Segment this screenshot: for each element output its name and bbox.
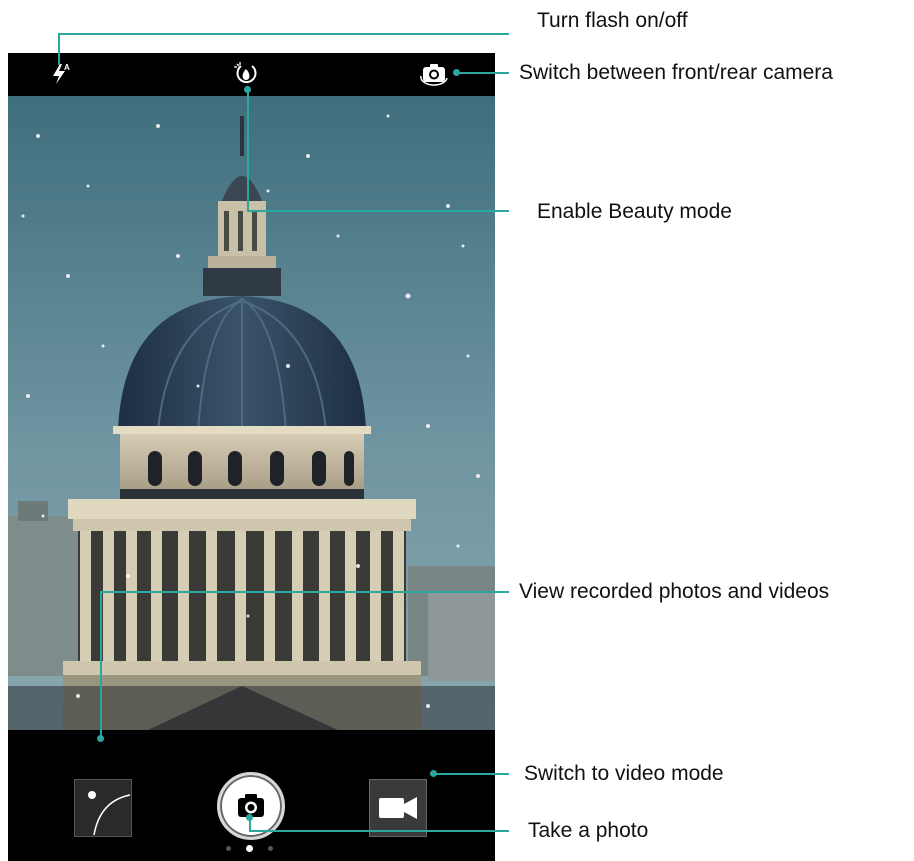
camera-top-bar: A	[8, 53, 495, 96]
gallery-thumbnail-icon[interactable]	[74, 779, 132, 837]
photo-callout-label: Take a photo	[528, 819, 649, 842]
beauty-callout-label: Enable Beauty mode	[537, 200, 732, 223]
photo-callout-line	[249, 830, 509, 832]
flash-callout-line-vertical	[58, 33, 60, 65]
camera-screen: A	[8, 53, 495, 861]
switch-camera-callout-label: Switch between front/rear camera	[519, 61, 833, 84]
camera-viewfinder	[8, 96, 495, 730]
gallery-callout-label: View recorded photos and videos	[519, 580, 830, 603]
pager-dot-active	[246, 845, 253, 852]
beauty-callout-line-vertical	[247, 90, 249, 212]
beauty-callout-line	[247, 210, 509, 212]
mode-pager	[222, 844, 282, 854]
camera-icon	[238, 794, 264, 817]
flash-callout-label: Turn flash on/off	[537, 9, 688, 32]
video-callout-line	[434, 773, 509, 775]
video-mode-button[interactable]	[369, 779, 427, 837]
camera-switch-icon[interactable]	[420, 62, 450, 86]
beauty-mode-icon[interactable]	[233, 61, 259, 87]
gallery-callout-line	[100, 591, 509, 593]
viewfinder-scene	[8, 96, 495, 730]
video-callout-label: Switch to video mode	[524, 762, 724, 785]
gallery-callout-dot	[97, 735, 104, 742]
switch-callout-line	[458, 72, 509, 74]
flash-callout-line	[58, 33, 509, 35]
camera-controls	[8, 730, 495, 861]
video-camera-icon	[369, 779, 427, 837]
svg-text:A: A	[64, 63, 70, 72]
pager-dot	[268, 846, 273, 851]
flash-auto-icon[interactable]: A	[50, 62, 72, 86]
gallery-callout-line-vertical	[100, 591, 102, 738]
pager-dot	[226, 846, 231, 851]
